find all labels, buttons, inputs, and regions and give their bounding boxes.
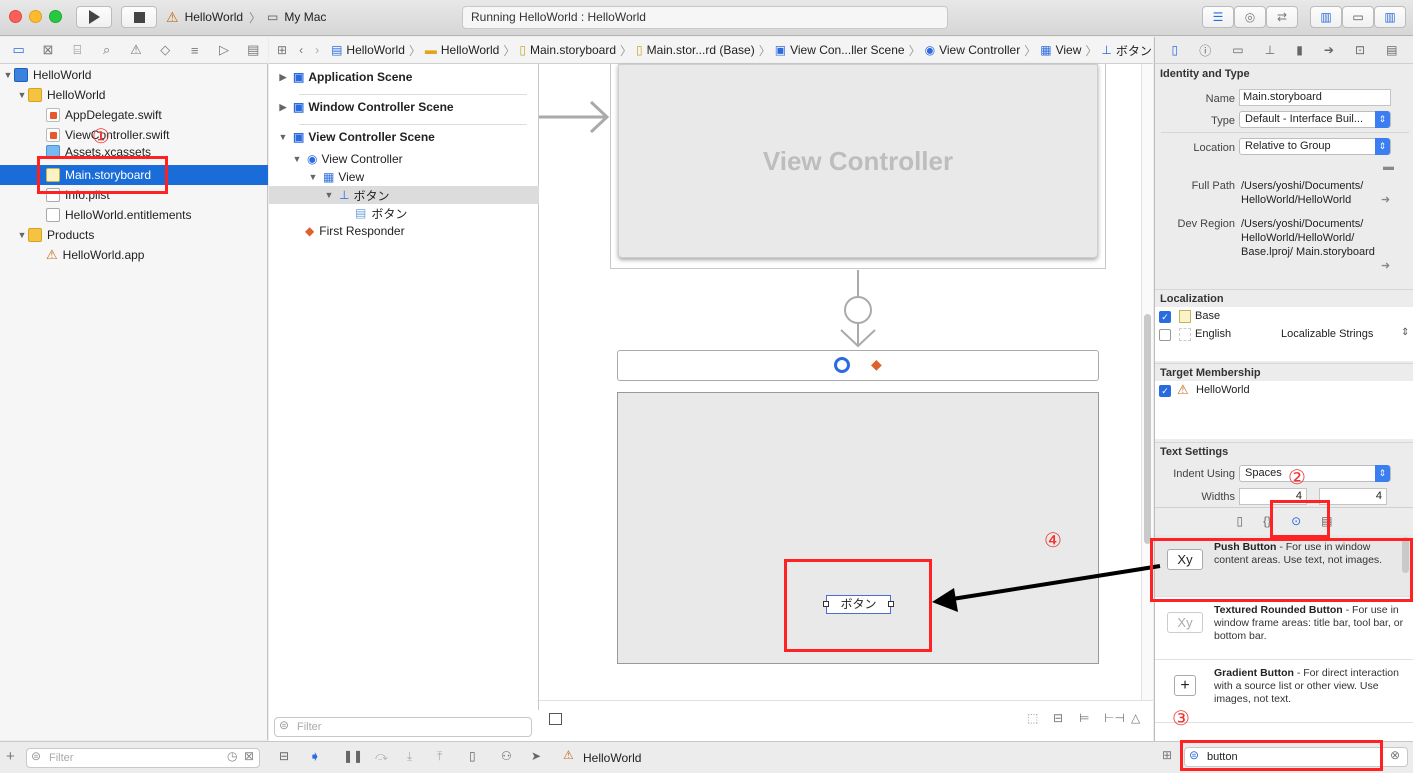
annotation-number-2: ② <box>1288 465 1306 489</box>
annotation-number-1: ① <box>92 124 110 148</box>
annotation-number-4: ④ <box>1044 528 1062 552</box>
annotation-number-3: ③ <box>1172 706 1190 730</box>
drag-arrow <box>932 564 1161 612</box>
